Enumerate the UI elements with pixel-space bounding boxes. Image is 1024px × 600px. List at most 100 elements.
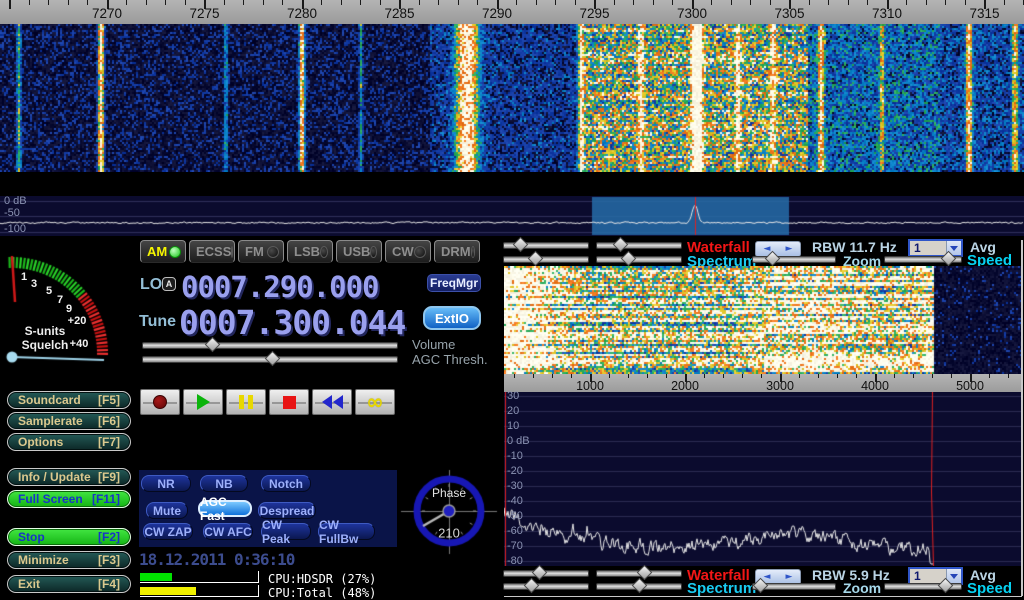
scale-tick [770,0,771,5]
tune-frequency-display[interactable]: 0007.300.044 [179,303,405,342]
scale-tick [477,0,478,5]
lo-auto-badge[interactable]: A [162,277,176,291]
stop-button[interactable]: Stop [F2] [7,528,131,546]
audio-scale-label: 3000 [766,379,794,393]
notch-button[interactable]: Notch [261,475,311,492]
extio-button[interactable]: ExtIO [423,306,481,330]
nr-button[interactable]: NR [141,475,191,492]
rf-scale-label: 7290 [482,6,512,21]
slider-thumb[interactable] [532,565,548,581]
upper-avg-select[interactable]: 1 [908,239,963,257]
lower-spectrum-contrast-slider[interactable] [596,583,682,590]
slider-thumb[interactable] [528,251,544,267]
upper-waterfall-contrast-slider[interactable] [596,242,682,249]
pause-button[interactable] [226,389,266,415]
slider-thumb[interactable] [621,251,637,267]
full-screen-button[interactable]: Full Screen [F11] [7,490,131,508]
lower-speed-slider[interactable] [884,583,962,590]
scale-tick [458,0,459,5]
arrow-right-icon[interactable]: ► [786,244,793,254]
despread-button[interactable]: Despread [258,502,316,519]
window-bottom-line [504,596,1022,597]
scale-tick [723,374,724,378]
rewind-button[interactable] [312,389,352,415]
play-button[interactable] [183,389,223,415]
stop-playback-button[interactable] [269,389,309,415]
main-spectrum-display[interactable] [0,196,1024,236]
lower-zoom-slider[interactable] [752,583,836,590]
slider-thumb[interactable] [513,237,529,253]
mode-button-fm[interactable]: FM [238,240,284,263]
upper-spectrum-brightness-slider[interactable] [503,256,589,263]
nb-button[interactable]: NB [200,475,248,492]
freqmgr-button[interactable]: FreqMgr [427,274,481,292]
scale-tick [945,0,946,5]
cpu-total-bar [140,587,196,595]
mode-led-icon [320,246,328,258]
agc-threshold-slider[interactable] [142,356,398,363]
options-button[interactable]: Options [F7] [7,433,131,451]
rf-scale-label: 7270 [92,6,122,21]
upper-waterfall-brightness-slider[interactable] [503,242,589,249]
mode-button-ecss[interactable]: ECSS [189,240,235,263]
scale-tick [243,0,244,5]
scale-tick [516,0,517,5]
audio-spectrum-display[interactable] [504,392,1022,566]
upper-speed-slider[interactable] [884,256,962,263]
mode-button-drm[interactable]: DRM [434,240,480,263]
rf-scale-label: 7300 [677,6,707,21]
scale-tick [9,0,11,9]
lo-label: LO [140,276,162,294]
mode-button-am[interactable]: AM [140,240,186,263]
slider-thumb[interactable] [613,237,629,253]
hdsdr-window: 7270727572807285729072957300730573107315… [0,0,1024,600]
volume-slider[interactable] [142,342,398,349]
agc-fast-button[interactable]: AGC Fast [198,500,252,517]
lower-waterfall-contrast-slider[interactable] [596,570,682,577]
rf-scale-label: 7315 [969,6,999,21]
mode-button-usb[interactable]: USB [336,240,382,263]
audio-waterfall-display[interactable] [504,266,1022,374]
samplerate-button[interactable]: Samplerate [F6] [7,412,131,430]
scale-tick [633,0,634,5]
s-meter-scale-label: +40 [70,338,89,350]
rf-scale-label: 7285 [384,6,414,21]
db-label: -30 [507,480,523,492]
scale-tick [533,374,534,378]
cw-peak-button[interactable]: CW Peak [261,523,311,540]
scale-tick [711,0,712,5]
lower-spectrum-brightness-slider[interactable] [503,583,589,590]
mode-led-icon [231,246,233,258]
slider-thumb[interactable] [524,578,540,594]
scale-tick [48,0,49,5]
cw-zap-button[interactable]: CW ZAP [143,523,193,540]
mode-button-lsb[interactable]: LSB [287,240,333,263]
lo-frequency-display[interactable]: 0007.290.000 [181,270,379,304]
phase-dial[interactable] [400,452,500,570]
agc-threshold-slider-thumb[interactable] [265,351,281,367]
info-update-button[interactable]: Info / Update [F9] [7,468,131,486]
record-button[interactable] [140,389,180,415]
soundcard-button[interactable]: Soundcard [F5] [7,391,131,409]
upper-spectrum-contrast-slider[interactable] [596,256,682,263]
main-waterfall-display[interactable] [0,0,1024,172]
rf-frequency-scale[interactable]: 7270727572807285729072957300730573107315 [0,0,1024,24]
cw-afc-button[interactable]: CW AFC [203,523,253,540]
audio-frequency-scale[interactable]: 010002000300040005000 [504,374,1022,393]
mute-button[interactable]: Mute [146,502,188,519]
exit-button[interactable]: Exit [F4] [7,575,131,593]
cw-fullbw-button[interactable]: CW FullBw [318,523,375,540]
lower-waterfall-brightness-slider[interactable] [503,570,589,577]
scale-tick [848,0,849,5]
upper-zoom-slider[interactable] [752,256,836,263]
mode-button-cw[interactable]: CW [385,240,431,263]
upper-band-spinner[interactable]: ◄ ► [755,241,801,257]
scale-tick [926,0,927,5]
slider-thumb[interactable] [632,578,648,594]
loop-button[interactable]: ∞ [355,389,395,415]
lower-spectrum-label[interactable]: Spectrum [687,580,756,597]
minimize-button[interactable]: Minimize [F3] [7,551,131,569]
arrow-right-icon[interactable]: ► [786,572,793,582]
scale-tick [628,374,629,378]
arrow-left-icon[interactable]: ◄ [764,572,771,582]
